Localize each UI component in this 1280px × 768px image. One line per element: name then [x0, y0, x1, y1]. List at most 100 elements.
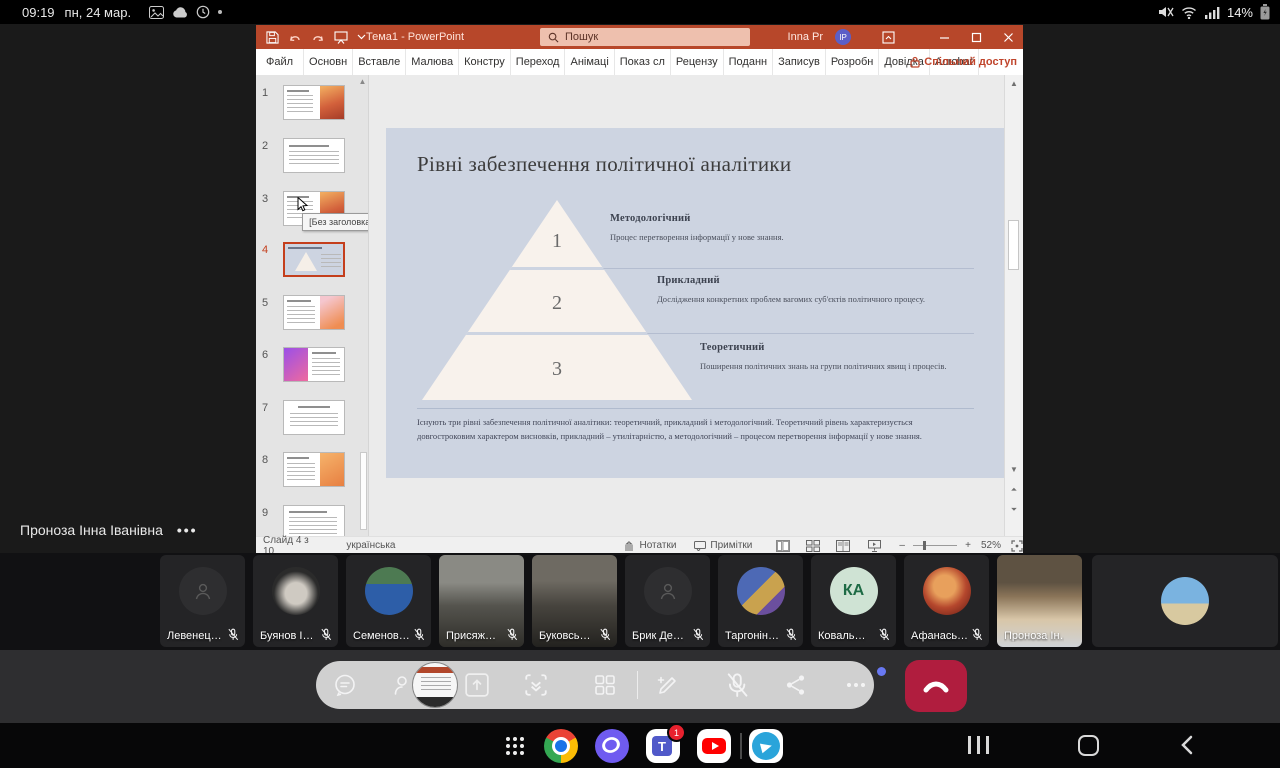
slide-counter: Слайд 4 з 10 — [263, 535, 320, 554]
presenter-label[interactable]: Проноза Інна Іванівна ••• — [20, 522, 198, 538]
mic-muted-button[interactable] — [725, 672, 749, 698]
thumbnail-slide-8[interactable]: 8 — [256, 452, 368, 492]
search-box[interactable]: Пошук — [540, 28, 750, 46]
search-placeholder: Пошук — [565, 31, 598, 43]
current-slide[interactable]: Рівні забезпечення політичної аналітики … — [386, 128, 1005, 478]
thumbnail-scrollbar[interactable] — [360, 452, 367, 530]
ribbon-options-button[interactable] — [873, 25, 903, 49]
next-slide-icon[interactable]: ⏷ — [1005, 503, 1023, 517]
comments-button[interactable]: Примітки — [694, 540, 752, 551]
tab-record[interactable]: Записув — [773, 49, 826, 75]
tab-design[interactable]: Констру — [459, 49, 511, 75]
tab-insert[interactable]: Вставле — [353, 49, 406, 75]
maximize-button[interactable] — [961, 25, 991, 49]
more-options-button[interactable] — [844, 673, 868, 697]
reading-view-button[interactable] — [836, 540, 850, 552]
zoom-in-button[interactable]: + — [965, 540, 971, 551]
samsung-internet-icon[interactable] — [595, 729, 629, 763]
scroll-up-icon[interactable]: ▲ — [1005, 77, 1023, 91]
app-drawer-button[interactable] — [506, 737, 526, 755]
notes-button[interactable]: Нотатки — [623, 540, 676, 551]
thumbnail-slide-7[interactable]: 7 — [256, 400, 368, 440]
thumbnail-slide-2[interactable]: 2 — [256, 138, 368, 178]
tab-draw[interactable]: Малюва — [406, 49, 459, 75]
telegram-icon[interactable] — [749, 729, 783, 763]
participant-tile[interactable]: КА Коваль… — [811, 555, 896, 647]
shared-screen-stage: Тема1 - PowerPoint Пошук Inna Pr IP — [0, 24, 1280, 553]
thumbnail-slide-4-selected[interactable]: 4 — [256, 242, 368, 282]
chat-button[interactable] — [333, 673, 357, 697]
annotate-button[interactable] — [655, 673, 679, 697]
account-avatar[interactable]: IP — [835, 29, 851, 45]
scrollbar-thumb[interactable] — [1008, 220, 1019, 270]
screen-share-preview[interactable] — [412, 662, 458, 708]
nav-home-button[interactable] — [1078, 735, 1099, 756]
language-indicator[interactable]: українська — [346, 540, 395, 551]
participants-strip: Левенец… Буянов І… Семенов… Присяж… Буко… — [0, 553, 1280, 650]
participant-tile-video[interactable]: Присяж… — [439, 555, 524, 647]
mic-muted-icon — [971, 628, 983, 641]
save-icon[interactable] — [266, 31, 279, 44]
scroll-down-icon[interactable]: ▼ — [1005, 463, 1023, 477]
mouse-cursor — [297, 197, 309, 213]
lock-icon — [910, 56, 920, 68]
previous-slide-icon[interactable]: ⏶ — [1005, 483, 1023, 497]
participant-tile-video-self[interactable]: Проноза Ін… — [997, 555, 1082, 647]
zoom-slider-thumb[interactable] — [923, 541, 926, 550]
thumbnail-slide-9[interactable]: 9 — [256, 505, 368, 536]
tab-animations[interactable]: Анімаці — [565, 49, 614, 75]
share-button[interactable]: Спільний доступ — [910, 49, 1017, 75]
participant-tile[interactable]: Буянов І… — [253, 555, 338, 647]
thumbnail-slide-5[interactable]: 5 — [256, 295, 368, 335]
tab-transitions[interactable]: Переход — [511, 49, 566, 75]
participant-tile[interactable]: Левенец… — [160, 555, 245, 647]
participant-tile[interactable]: Афанась… — [904, 555, 989, 647]
participant-tile[interactable]: Брик Де… — [625, 555, 710, 647]
slide-sorter-view-button[interactable] — [806, 540, 820, 552]
screenshot-icon — [149, 6, 164, 19]
grid-view-button[interactable] — [593, 673, 617, 697]
slide-thumbnail-panel[interactable]: ▲ 1 2 3 4 — [256, 75, 369, 536]
zoom-slider[interactable] — [913, 545, 957, 546]
account-name[interactable]: Inna Pr — [788, 25, 823, 49]
participant-tile[interactable]: Таргонін… — [718, 555, 803, 647]
tab-home[interactable]: Основн — [304, 49, 353, 75]
participant-tile[interactable] — [1092, 555, 1278, 647]
teams-icon[interactable]: T 1 — [646, 729, 680, 763]
tab-developer[interactable]: Розробн — [826, 49, 880, 75]
nav-back-button[interactable] — [1180, 735, 1193, 755]
presenter-more-icon[interactable]: ••• — [177, 522, 198, 538]
slideshow-icon[interactable] — [334, 31, 348, 44]
slide-footer-text: Існують три рівні забезпечення політично… — [417, 415, 957, 443]
zoom-out-button[interactable]: – — [899, 540, 905, 551]
tab-view[interactable]: Поданн — [724, 49, 773, 75]
undo-icon[interactable] — [288, 31, 302, 43]
youtube-icon[interactable] — [697, 729, 731, 763]
tab-review[interactable]: Рецензу — [671, 49, 724, 75]
search-icon — [548, 32, 559, 43]
participant-tile-video[interactable]: Буковсь… — [532, 555, 617, 647]
share-button[interactable] — [784, 673, 808, 697]
ppt-vertical-scrollbar[interactable]: ▲ ▼ ⏶ ⏷ — [1004, 75, 1023, 536]
thumbnail-slide-1[interactable]: 1 — [256, 85, 368, 125]
slideshow-view-button[interactable] — [868, 540, 881, 552]
zoom-level[interactable]: 52% — [981, 540, 1001, 551]
participant-tile[interactable]: Семенов… — [346, 555, 431, 647]
avatar-silhouette-icon — [644, 567, 692, 615]
tab-file[interactable]: Файл — [256, 49, 304, 75]
nav-recents-button[interactable] — [968, 736, 989, 754]
hang-up-button[interactable] — [905, 660, 967, 712]
qat-chevron-icon[interactable] — [357, 34, 366, 40]
window-title: Тема1 - PowerPoint — [366, 25, 464, 49]
chrome-icon[interactable] — [544, 729, 578, 763]
focus-capture-button[interactable] — [523, 672, 549, 698]
tab-slideshow[interactable]: Показ сл — [615, 49, 671, 75]
fit-to-window-button[interactable] — [1011, 540, 1023, 552]
sync-icon — [196, 5, 210, 19]
share-screen-button[interactable] — [464, 672, 490, 698]
normal-view-button[interactable] — [776, 540, 790, 552]
thumbnail-slide-6[interactable]: 6 — [256, 347, 368, 387]
minimize-button[interactable] — [929, 25, 959, 49]
close-button[interactable] — [993, 25, 1023, 49]
redo-icon[interactable] — [311, 31, 325, 43]
